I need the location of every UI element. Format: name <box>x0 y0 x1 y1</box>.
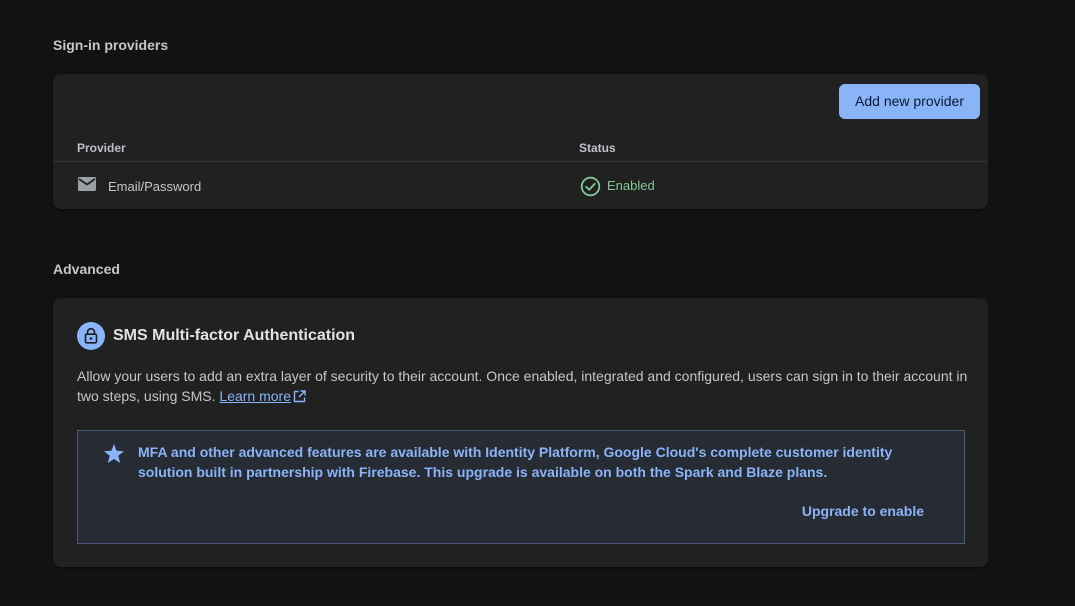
mfa-title: SMS Multi-factor Authentication <box>113 327 356 344</box>
upgrade-to-enable-button[interactable]: Upgrade to enable <box>802 503 924 519</box>
providers-table-header: Provider Status <box>53 140 988 162</box>
provider-name: Email/Password <box>108 179 202 194</box>
identity-platform-info-box: MFA and other advanced features are avai… <box>77 430 965 544</box>
advanced-card: SMS Multi-factor Authentication Allow yo… <box>53 298 988 567</box>
signin-section-title: Sign-in providers <box>53 37 169 53</box>
page: Sign-in providers Add new provider Provi… <box>0 0 1075 606</box>
add-new-provider-button[interactable]: Add new provider <box>839 84 980 119</box>
providers-card: Add new provider Provider Status Email/P… <box>53 74 988 209</box>
check-circle-icon <box>580 176 601 197</box>
learn-more-link[interactable]: Learn more <box>219 388 291 404</box>
lock-icon <box>77 322 105 350</box>
column-header-status: Status <box>579 141 616 155</box>
column-header-provider: Provider <box>77 141 126 155</box>
mfa-description: Allow your users to add an extra layer o… <box>77 366 972 406</box>
mfa-description-text: Allow your users to add an extra layer o… <box>77 368 968 404</box>
advanced-section-title: Advanced <box>53 261 120 277</box>
table-row[interactable]: Email/Password Enabled <box>53 162 988 208</box>
star-icon <box>103 443 125 469</box>
status-badge: Enabled <box>607 178 655 193</box>
mail-icon <box>77 176 97 192</box>
info-text: MFA and other advanced features are avai… <box>138 444 893 480</box>
external-link-icon <box>291 388 306 404</box>
